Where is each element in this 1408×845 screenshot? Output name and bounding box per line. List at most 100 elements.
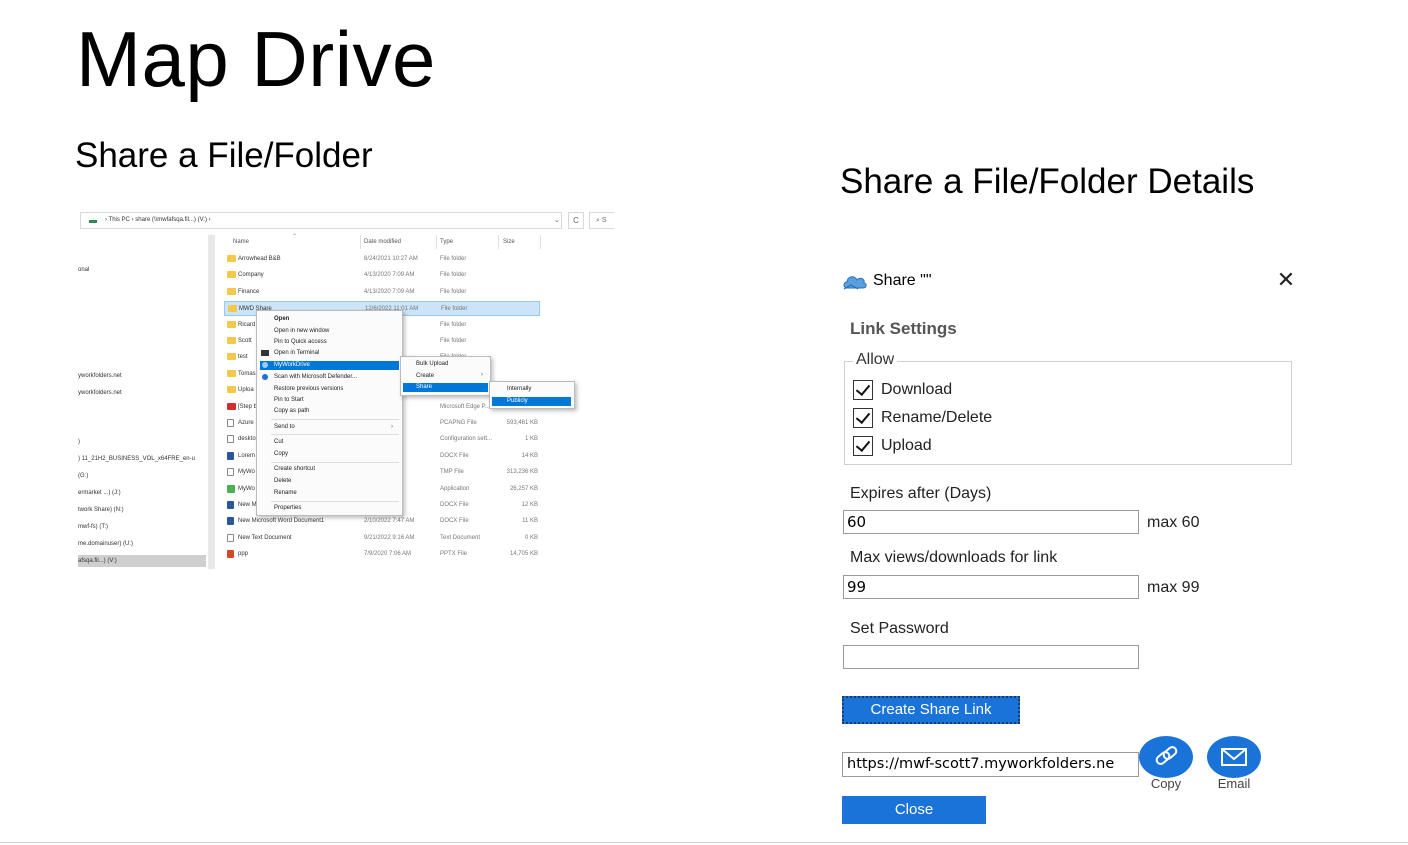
chevron-down-icon[interactable]: ⌄ — [554, 216, 560, 224]
nav-item-selected[interactable]: afsqa.fil...) (V:) — [78, 555, 206, 567]
file-row[interactable]: ppp 7/9/2020 7:06 AM PPTX File 14,705 KB — [224, 547, 540, 562]
menu-item-scan-defender[interactable]: Scan with Microsoft Defender... — [274, 374, 357, 380]
close-button[interactable]: Close — [842, 796, 986, 824]
upload-checkbox[interactable] — [853, 436, 873, 456]
doc-icon — [227, 451, 234, 460]
file-size: 0 KB — [524, 534, 538, 541]
menu-item-send-to[interactable]: Send to — [274, 424, 295, 430]
folder-icon — [227, 287, 236, 295]
upload-permission[interactable]: Upload — [853, 436, 932, 456]
menu-divider — [271, 501, 399, 502]
file-type: Configuration sett... — [440, 436, 493, 443]
menu-item-rename[interactable]: Rename — [274, 490, 297, 496]
share-link-field[interactable]: https://mwf-scott7.myworkfolders.ne — [842, 752, 1139, 777]
file-date: 2/10/2022 7:47 AM — [364, 518, 415, 525]
file-type: Text Document — [440, 534, 481, 541]
menu-item-open[interactable]: Open — [274, 316, 289, 322]
file-type: PPTX File — [440, 551, 468, 558]
nav-item[interactable]: ) 11_21H2_BUSINESS_VOL_x64FRE_en-u — [78, 456, 195, 462]
file-name: MyWo — [238, 485, 255, 492]
max-views-max: max 99 — [1147, 579, 1200, 596]
close-icon[interactable]: ✕ — [1275, 268, 1297, 292]
rename-delete-permission[interactable]: Rename/Delete — [853, 408, 992, 428]
menu-item-restore-versions[interactable]: Restore previous versions — [274, 386, 343, 392]
menu-item-publicly[interactable]: Publicly — [507, 398, 528, 404]
column-header-size[interactable]: Size — [503, 239, 515, 245]
download-label: Download — [881, 381, 953, 398]
menu-item-create-shortcut[interactable]: Create shortcut — [274, 466, 315, 472]
expires-days-input[interactable] — [843, 510, 1139, 534]
nav-item[interactable]: yworkfolders.net — [78, 373, 122, 379]
menu-item-bulk-upload[interactable]: Bulk Upload — [416, 361, 448, 367]
slide-title: Map Drive — [76, 15, 436, 103]
menu-item-create[interactable]: Create — [416, 373, 434, 379]
rename-delete-checkbox[interactable] — [853, 408, 873, 428]
file-type: File folder — [440, 321, 467, 328]
create-share-link-button[interactable]: Create Share Link — [842, 696, 1020, 724]
nav-item[interactable]: (G:) — [78, 473, 88, 479]
address-bar[interactable]: › This PC › share (\\mwfafsqa.fil...) (V… — [80, 212, 562, 229]
file-name: Ricard — [238, 321, 256, 328]
max-views-input[interactable] — [843, 575, 1139, 599]
folder-icon — [227, 320, 236, 328]
nav-item[interactable]: ermarket ...) (J:) — [78, 490, 121, 496]
file-date: 4/13/2020 7:09 AM — [364, 288, 415, 295]
txt-icon — [227, 419, 234, 427]
password-input[interactable] — [843, 645, 1139, 669]
nav-item[interactable]: ) — [78, 439, 80, 445]
column-header-type[interactable]: Type — [440, 239, 453, 245]
chevron-right-icon: › — [391, 424, 393, 430]
app-icon — [227, 484, 235, 493]
menu-item-delete[interactable]: Delete — [274, 478, 291, 484]
menu-item-share[interactable]: Share — [416, 384, 432, 390]
file-name: [Step b — [238, 403, 258, 410]
email-label: Email — [1217, 776, 1251, 791]
file-row[interactable]: Finance 4/13/2020 7:09 AM File folder — [224, 285, 540, 300]
nav-item[interactable]: me.domainuser) (U:) — [78, 541, 133, 547]
menu-item-open-new-window[interactable]: Open in new window — [274, 328, 329, 334]
nav-item[interactable]: onal — [78, 267, 89, 273]
file-type: File folder — [440, 272, 467, 279]
search-box[interactable]: ⌕ S — [589, 212, 614, 229]
menu-item-cut[interactable]: Cut — [274, 439, 283, 445]
menu-item-copy-as-path[interactable]: Copy as path — [274, 408, 309, 414]
file-row[interactable]: Arrowhead B&B 8/24/2021 10:27 AM File fold… — [224, 252, 540, 267]
breadcrumb[interactable]: › This PC › share (\\mwfafsqa.fil...) (V… — [105, 217, 211, 223]
menu-item-publicly-highlight[interactable] — [492, 397, 571, 406]
file-date: 9/21/2022 9:16 AM — [364, 534, 415, 541]
myworkdrive-icon — [262, 362, 268, 368]
file-size: 313,236 KB — [506, 469, 538, 476]
menu-item-pin-quick-access[interactable]: Pin to Quick access — [274, 339, 327, 345]
refresh-button[interactable]: C — [568, 212, 584, 229]
menu-item-internally[interactable]: Internally — [507, 386, 531, 392]
file-type: File folder — [440, 288, 467, 295]
nav-item[interactable]: mwf-fs) (T:) — [78, 524, 108, 530]
folder-icon — [227, 255, 236, 262]
menu-item-pin-start[interactable]: Pin to Start — [274, 397, 304, 403]
file-row[interactable]: New Microsoft Word Document1 2/10/2022 7:… — [224, 514, 540, 529]
menu-item-copy[interactable]: Copy — [274, 451, 288, 457]
file-type: Application — [440, 485, 470, 492]
file-name: Lorem — [238, 452, 256, 459]
nav-item[interactable]: twork Share) (N:) — [78, 507, 124, 513]
file-size: 14 KB — [521, 452, 538, 459]
link-settings-title: Link Settings — [850, 319, 957, 338]
myworkdrive-submenu: Bulk Upload Create › Share — [400, 356, 491, 396]
folder-icon — [227, 337, 236, 344]
menu-item-myworkdrive[interactable]: MyWorkDrive — [274, 362, 310, 368]
nav-scrollbar[interactable] — [208, 235, 215, 569]
menu-item-open-terminal[interactable]: Open in Terminal — [274, 350, 319, 356]
column-header-date[interactable]: Date modified — [364, 239, 401, 245]
download-permission[interactable]: Download — [853, 380, 952, 400]
file-name: Scott — [238, 338, 252, 344]
menu-item-properties[interactable]: Properties — [274, 505, 301, 511]
nav-item[interactable]: yworkfolders.net — [78, 390, 122, 396]
column-header-name[interactable]: Name — [233, 239, 249, 245]
copy-link-button[interactable] — [1139, 736, 1193, 778]
file-row[interactable]: New Text Document 9/21/2022 9:16 AM Text D… — [224, 531, 540, 546]
download-checkbox[interactable] — [853, 380, 873, 400]
file-row[interactable]: Company 4/13/2020 7:09 AM File folder — [224, 268, 540, 283]
email-link-button[interactable] — [1207, 736, 1261, 778]
file-name: deskto — [238, 436, 256, 443]
menu-divider — [271, 462, 399, 463]
